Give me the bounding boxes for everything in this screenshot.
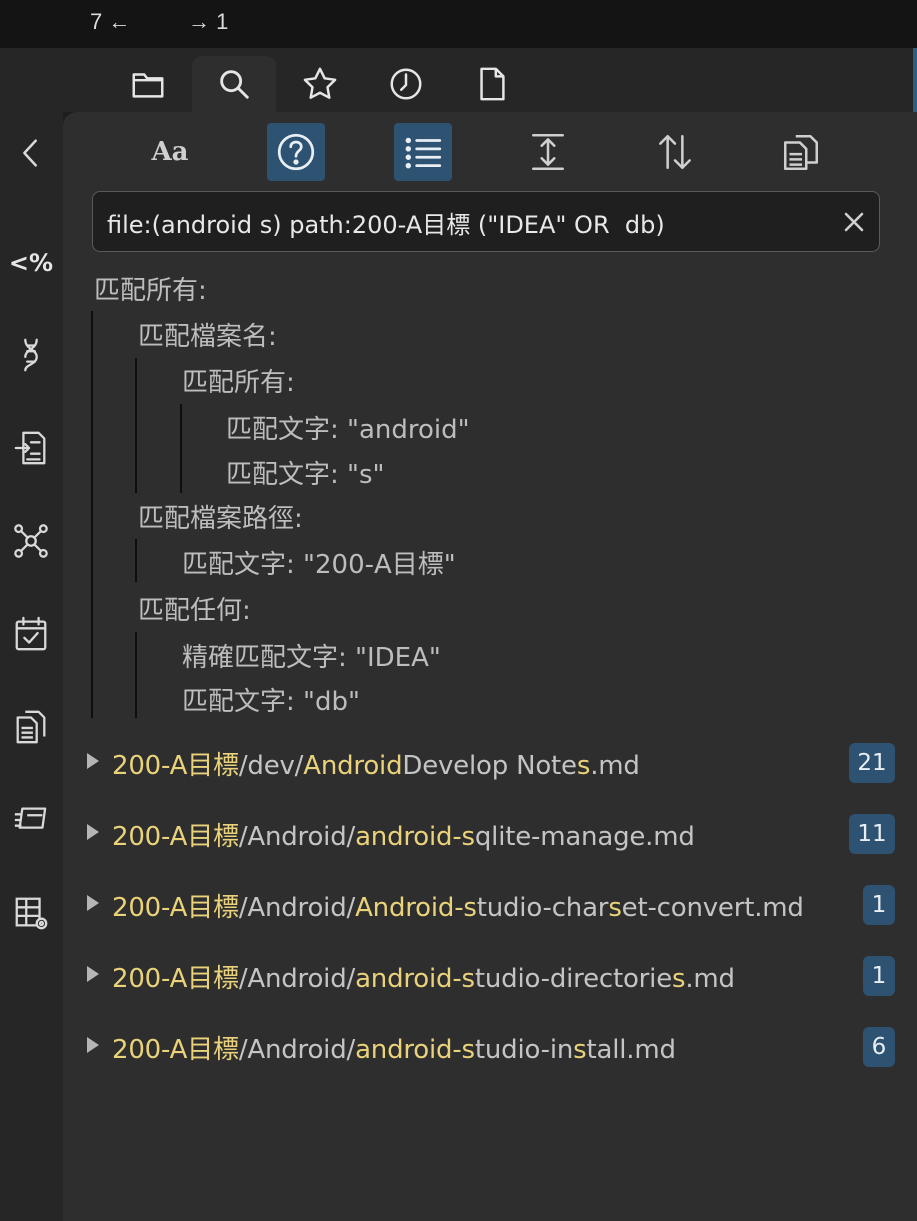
expand-triangle-icon[interactable] (87, 1037, 99, 1053)
match-count-badge: 21 (849, 743, 895, 783)
path-text: .md (685, 964, 735, 994)
match-highlight: 200-A目標 (112, 893, 239, 923)
path-text: Develop Note (402, 751, 577, 781)
expand-triangle-icon[interactable] (87, 966, 99, 982)
result-row[interactable]: 200-A目標/Android/android-studio-install.m… (63, 1025, 917, 1075)
explain-match-all-nested: 匹配所有: (182, 368, 295, 398)
dna-button[interactable] (6, 330, 56, 380)
daily-note-button[interactable] (6, 609, 56, 659)
chevron-left-icon (23, 139, 37, 167)
result-file-path[interactable]: 200-A目標/Android/android-sqlite-manage.md (112, 816, 695, 853)
expand-triangle-icon[interactable] (87, 895, 99, 911)
window-edge-accent (913, 48, 917, 112)
history-bar: 7 ← → 1 (0, 0, 917, 48)
slides-icon (14, 807, 47, 829)
path-text: qlite-manage.md (474, 822, 695, 852)
graph-icon (14, 524, 48, 558)
star-icon (303, 67, 337, 99)
path-text: /Android/ (238, 822, 356, 852)
match-highlight: 200-A目標 (112, 964, 239, 994)
tree-guide (135, 358, 137, 493)
match-highlight: s (608, 893, 622, 923)
tree-guide (91, 311, 93, 718)
match-highlight: 200-A目標 (112, 822, 239, 852)
result-file-path[interactable]: 200-A目標/dev/AndroidDevelop Notes.md (112, 745, 640, 782)
tab-files[interactable] (106, 56, 190, 112)
explain-exact-match-text: 精確匹配文字: "IDEA" (182, 643, 441, 673)
expand-triangle-icon[interactable] (87, 753, 99, 769)
result-row[interactable]: 200-A目標/Android/android-sqlite-manage.md… (63, 812, 917, 862)
match-highlight: 200-A目標 (112, 1035, 239, 1065)
tree-guide (135, 632, 137, 718)
tab-recent[interactable] (364, 56, 448, 112)
match-highlight: android-s (355, 822, 475, 852)
explain-match-text: 匹配文字: "db" (182, 687, 360, 717)
import-icon (14, 431, 46, 465)
tab-search[interactable] (192, 56, 276, 112)
explain-match-text: 匹配文字: "s" (226, 460, 385, 490)
slides-button[interactable] (6, 795, 56, 845)
folder-icon (132, 73, 164, 98)
match-highlight: Android-s (355, 893, 477, 923)
copy-button[interactable] (6, 702, 56, 752)
left-ribbon: <% (0, 112, 63, 1221)
match-count-badge: 11 (849, 814, 895, 854)
explain-match-text: 匹配文字: "200-A目標" (182, 550, 456, 580)
explain-match-all: 匹配所有: (94, 276, 207, 306)
result-row[interactable]: 200-A目標/Android/android-studio-directori… (63, 954, 917, 1004)
match-count-badge: 1 (863, 885, 895, 925)
sidebar-tab-strip (0, 48, 917, 112)
explain-match-text: 匹配文字: "android" (226, 415, 470, 445)
explain-match-filepath: 匹配檔案路徑: (138, 504, 303, 534)
dna-icon (24, 338, 38, 372)
collapse-sidebar-button[interactable] (6, 128, 56, 178)
match-highlight: s (576, 751, 591, 781)
copy-icon (16, 710, 46, 744)
explain-match-any: 匹配任何: (138, 596, 251, 626)
path-text: et-convert.md (621, 893, 804, 923)
graph-view-button[interactable] (6, 516, 56, 566)
result-row[interactable]: 200-A目標/Android/Android-studio-charset-c… (63, 883, 917, 933)
explain-match-filename: 匹配檔案名: (138, 322, 277, 352)
path-text: tall.md (586, 1035, 676, 1065)
path-text: /Android/ (238, 1035, 356, 1065)
match-count-badge: 6 (863, 1027, 895, 1067)
path-text: /Android/ (238, 964, 356, 994)
tree-guide (135, 539, 137, 582)
tab-bookmarks[interactable] (278, 56, 362, 112)
template-icon: <% (8, 249, 54, 277)
table-settings-icon (15, 897, 48, 930)
history-back-button[interactable]: 7 ← (90, 9, 130, 35)
calendar-icon (15, 616, 47, 651)
result-row[interactable]: 200-A目標/dev/AndroidDevelop Notes.md 21 (63, 741, 917, 791)
path-text: .md (590, 751, 640, 781)
search-panel: Aa file:(android s) path:200-A目標 ("IDEA"… (63, 112, 917, 1221)
match-highlight: android-s (355, 1035, 475, 1065)
history-forward-button[interactable]: → 1 (188, 9, 228, 35)
match-highlight: s (573, 1035, 587, 1065)
result-file-path[interactable]: 200-A目標/Android/Android-studio-charset-c… (112, 887, 804, 924)
result-file-path[interactable]: 200-A目標/Android/android-studio-install.m… (112, 1029, 676, 1066)
file-icon (480, 67, 505, 101)
match-count-badge: 1 (863, 956, 895, 996)
clock-icon (390, 68, 422, 100)
app-window: 7 ← → 1 <% Aa file:(android s) path:200-… (0, 0, 917, 1221)
tab-file[interactable] (450, 56, 534, 112)
expand-triangle-icon[interactable] (87, 824, 99, 840)
path-text: tudio-char (476, 893, 609, 923)
path-text: /dev/ (238, 751, 304, 781)
result-file-path[interactable]: 200-A目標/Android/android-studio-directori… (112, 958, 735, 995)
path-text: /Android/ (238, 893, 356, 923)
tree-guide (180, 404, 182, 493)
match-highlight: 200-A目標 (112, 751, 239, 781)
search-icon (220, 70, 249, 99)
import-button[interactable] (6, 423, 56, 473)
path-text: tudio-directorie (474, 964, 672, 994)
match-highlight: android-s (355, 964, 475, 994)
match-highlight: s (672, 964, 686, 994)
table-settings-button[interactable] (6, 888, 56, 938)
templater-button[interactable]: <% (6, 238, 56, 288)
match-highlight: Android (303, 751, 403, 781)
path-text: tudio-in (474, 1035, 574, 1065)
